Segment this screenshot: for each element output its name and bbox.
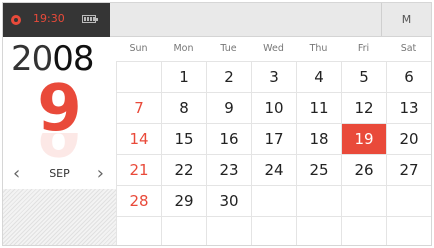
week-row: 7 8 9 10 11 12 13 — [116, 93, 431, 124]
day-cell[interactable]: 1 — [161, 62, 206, 92]
day-cell[interactable]: 28 — [116, 186, 161, 216]
week-row: 14 15 16 17 18 19 20 — [116, 124, 431, 155]
clock-time: 19:30 — [33, 12, 65, 25]
empty-cell — [341, 217, 386, 245]
day-cell[interactable]: 25 — [296, 155, 341, 185]
day-cell[interactable]: 2 — [206, 62, 251, 92]
weekday-label: Mon — [173, 43, 194, 54]
day-cell[interactable]: 27 — [386, 155, 431, 185]
calendar-weeks: 1 2 3 4 5 6 7 8 9 10 11 12 13 14 15 16 17 18 19 20 21 22 23 24 2… — [116, 61, 431, 245]
day-cell[interactable]: 5 — [341, 62, 386, 92]
day-cell[interactable]: 18 — [296, 124, 341, 154]
empty-cell — [296, 186, 341, 216]
empty-cell — [251, 217, 296, 245]
day-cell[interactable]: 19 — [341, 124, 386, 154]
weekday-label: Thu — [309, 43, 328, 54]
day-cell[interactable]: 17 — [251, 124, 296, 154]
calendar-frame: 19:30 M 2008 9 9 ‹ SEP › Sun Mon Tue Wed Thu… — [2, 2, 432, 246]
date-panel: 2008 9 9 ‹ SEP › — [3, 37, 116, 245]
day-cell[interactable]: 7 — [116, 93, 161, 123]
day-cell[interactable]: 3 — [251, 62, 296, 92]
week-row: 123456 — [116, 62, 431, 93]
day-cell[interactable]: 24 — [251, 155, 296, 185]
day-cell[interactable]: 15 — [161, 124, 206, 154]
day-cell[interactable]: 16 — [206, 124, 251, 154]
day-reflection: 9 — [3, 133, 116, 163]
day-cell[interactable]: 4 — [296, 62, 341, 92]
month-view-button[interactable]: M — [381, 3, 431, 36]
day-cell[interactable]: 6 — [386, 62, 431, 92]
day-cell[interactable]: 30 — [206, 186, 251, 216]
weekday-label: Wed — [263, 43, 284, 54]
top-bar: M — [110, 3, 431, 37]
empty-cell — [116, 62, 161, 92]
day-cell[interactable]: 13 — [386, 93, 431, 123]
day-cell[interactable]: 11 — [296, 93, 341, 123]
empty-cell — [116, 217, 161, 245]
day-cell[interactable]: 14 — [116, 124, 161, 154]
month-navigator: ‹ SEP › — [3, 162, 116, 186]
day-cell[interactable]: 29 — [161, 186, 206, 216]
day-cell[interactable]: 8 — [161, 93, 206, 123]
calendar-grid: Sun Mon Tue Wed Thu Fri Sat 1 2 3 4 5 6 7 8 9 10 11 12 13 1… — [116, 37, 431, 245]
day-cell[interactable]: 23 — [206, 155, 251, 185]
empty-cell — [206, 217, 251, 245]
day-cell[interactable]: 9 — [206, 93, 251, 123]
empty-cell — [386, 186, 431, 216]
weekday-label: Sat — [400, 43, 417, 54]
empty-cell — [251, 186, 296, 216]
day-cell[interactable]: 21 — [116, 155, 161, 185]
empty-cell — [296, 217, 341, 245]
empty-cell — [386, 217, 431, 245]
day-cell[interactable]: 20 — [386, 124, 431, 154]
status-bar: 19:30 — [3, 3, 110, 37]
weekday-label: Sun — [129, 43, 148, 54]
day-cell[interactable]: 12 — [341, 93, 386, 123]
week-row: 21 22 23 24 25 26 27 — [116, 155, 431, 186]
weekday-label: Fri — [357, 43, 370, 54]
weekday-label: Tue — [220, 43, 237, 54]
day-cell[interactable]: 26 — [341, 155, 386, 185]
hatched-panel — [3, 189, 116, 245]
next-month-icon[interactable]: › — [97, 162, 104, 186]
selected-day-number: 9 — [37, 72, 82, 146]
weekday-header: Sun Mon Tue Wed Thu Fri Sat — [116, 37, 431, 61]
empty-cell — [341, 186, 386, 216]
empty-cell — [161, 217, 206, 245]
battery-icon — [82, 15, 98, 23]
record-icon — [11, 15, 21, 25]
day-cell[interactable]: 22 — [161, 155, 206, 185]
day-cell[interactable]: 10 — [251, 93, 296, 123]
week-row: 28 29 30 — [116, 186, 431, 217]
week-row — [116, 217, 431, 245]
